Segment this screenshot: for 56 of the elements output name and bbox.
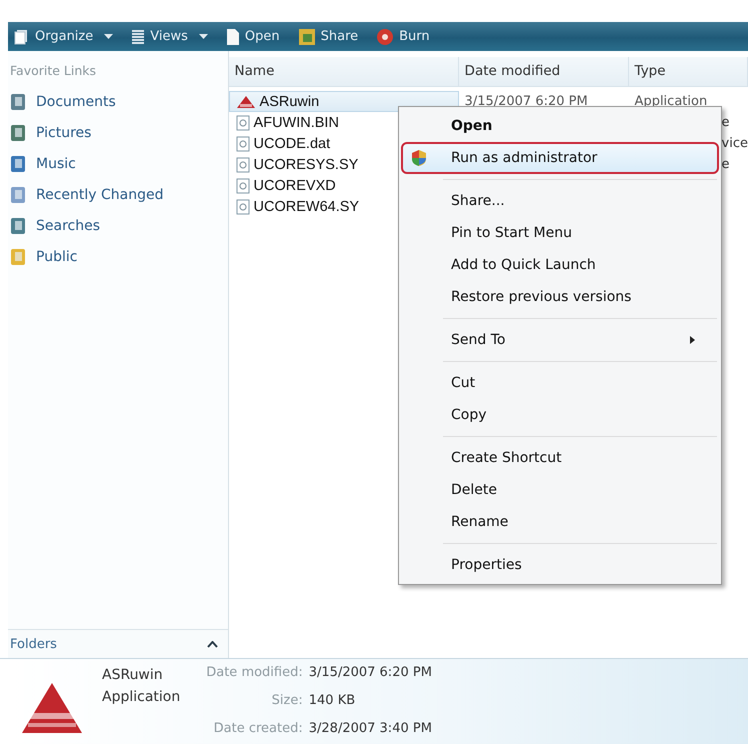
menu-item[interactable]: Properties bbox=[401, 549, 719, 581]
menu-item[interactable]: Restore previous versions bbox=[401, 281, 719, 313]
sidebar-link[interactable]: Documents bbox=[8, 86, 228, 117]
sidebar-link[interactable]: Music bbox=[8, 148, 228, 179]
menu-item[interactable]: Add to Quick Launch bbox=[401, 249, 719, 281]
toolbar-button[interactable]: Burn bbox=[374, 28, 432, 46]
sidebar-link[interactable]: Pictures bbox=[8, 117, 228, 148]
field-label: Size: bbox=[270, 693, 303, 710]
grid-icon bbox=[131, 28, 146, 44]
table-cell-text: e bbox=[720, 157, 731, 172]
shield-icon bbox=[411, 149, 427, 167]
column-header[interactable]: Date modified bbox=[458, 57, 629, 86]
submenu-arrow-icon bbox=[690, 336, 695, 344]
file-icon bbox=[236, 114, 250, 130]
sidebar-link[interactable]: Public bbox=[8, 241, 228, 272]
field-label: Date created: bbox=[212, 721, 303, 738]
menu-item[interactable]: Share... bbox=[401, 185, 719, 217]
disc-icon bbox=[376, 28, 394, 46]
caret-icon bbox=[104, 34, 114, 40]
caret-icon bbox=[198, 34, 208, 40]
column-header[interactable]: Name bbox=[228, 57, 459, 86]
table-cell-text: Application bbox=[634, 94, 708, 109]
menu-item[interactable]: Rename bbox=[401, 506, 719, 538]
toolbar-button[interactable]: Share bbox=[296, 28, 360, 46]
table-cell-text: e bbox=[720, 115, 731, 130]
file-icon bbox=[236, 198, 250, 214]
sidebar-link[interactable]: Recently Changed bbox=[8, 179, 228, 210]
file-icon bbox=[236, 136, 250, 152]
field-value: 3/28/2007 3:40 PM bbox=[308, 721, 432, 738]
menu-item[interactable]: Cut bbox=[401, 367, 719, 399]
chevron-icon bbox=[206, 640, 218, 648]
menu-item[interactable]: Pin to Start Menu bbox=[401, 217, 719, 249]
menu-item[interactable]: Create Shortcut bbox=[401, 442, 719, 474]
toolbar-button[interactable]: Open bbox=[224, 28, 282, 46]
field-value: 140 KB bbox=[308, 693, 356, 710]
menu-item[interactable]: Copy bbox=[401, 399, 719, 431]
table-cell-text: vice bbox=[720, 136, 748, 151]
file-icon bbox=[236, 178, 250, 194]
toolbar-button[interactable]: Views bbox=[129, 28, 210, 44]
menu-item[interactable]: Open bbox=[401, 110, 719, 142]
field-value: 3/15/2007 6:20 PM bbox=[308, 665, 432, 682]
menu-item[interactable]: Run as administrator bbox=[401, 142, 719, 174]
app-icon bbox=[236, 94, 256, 108]
table-cell-text: 3/15/2007 6:20 PM bbox=[464, 94, 589, 109]
file-type: Application bbox=[102, 689, 180, 705]
field-label: Date modified: bbox=[206, 665, 303, 682]
column-header[interactable]: Type bbox=[628, 57, 748, 86]
file-row[interactable]: ASRuwin bbox=[228, 91, 459, 112]
section-title: Favorite Links bbox=[9, 62, 98, 80]
menu-item[interactable]: Send To bbox=[401, 324, 719, 356]
menu-item[interactable]: Delete bbox=[401, 474, 719, 506]
file-icon bbox=[236, 156, 250, 172]
toolbar-button[interactable]: Organize bbox=[12, 28, 116, 44]
file-name: ASRuwin bbox=[102, 667, 164, 683]
sidebar-link[interactable]: Searches bbox=[8, 210, 228, 241]
pages-icon bbox=[14, 28, 30, 44]
